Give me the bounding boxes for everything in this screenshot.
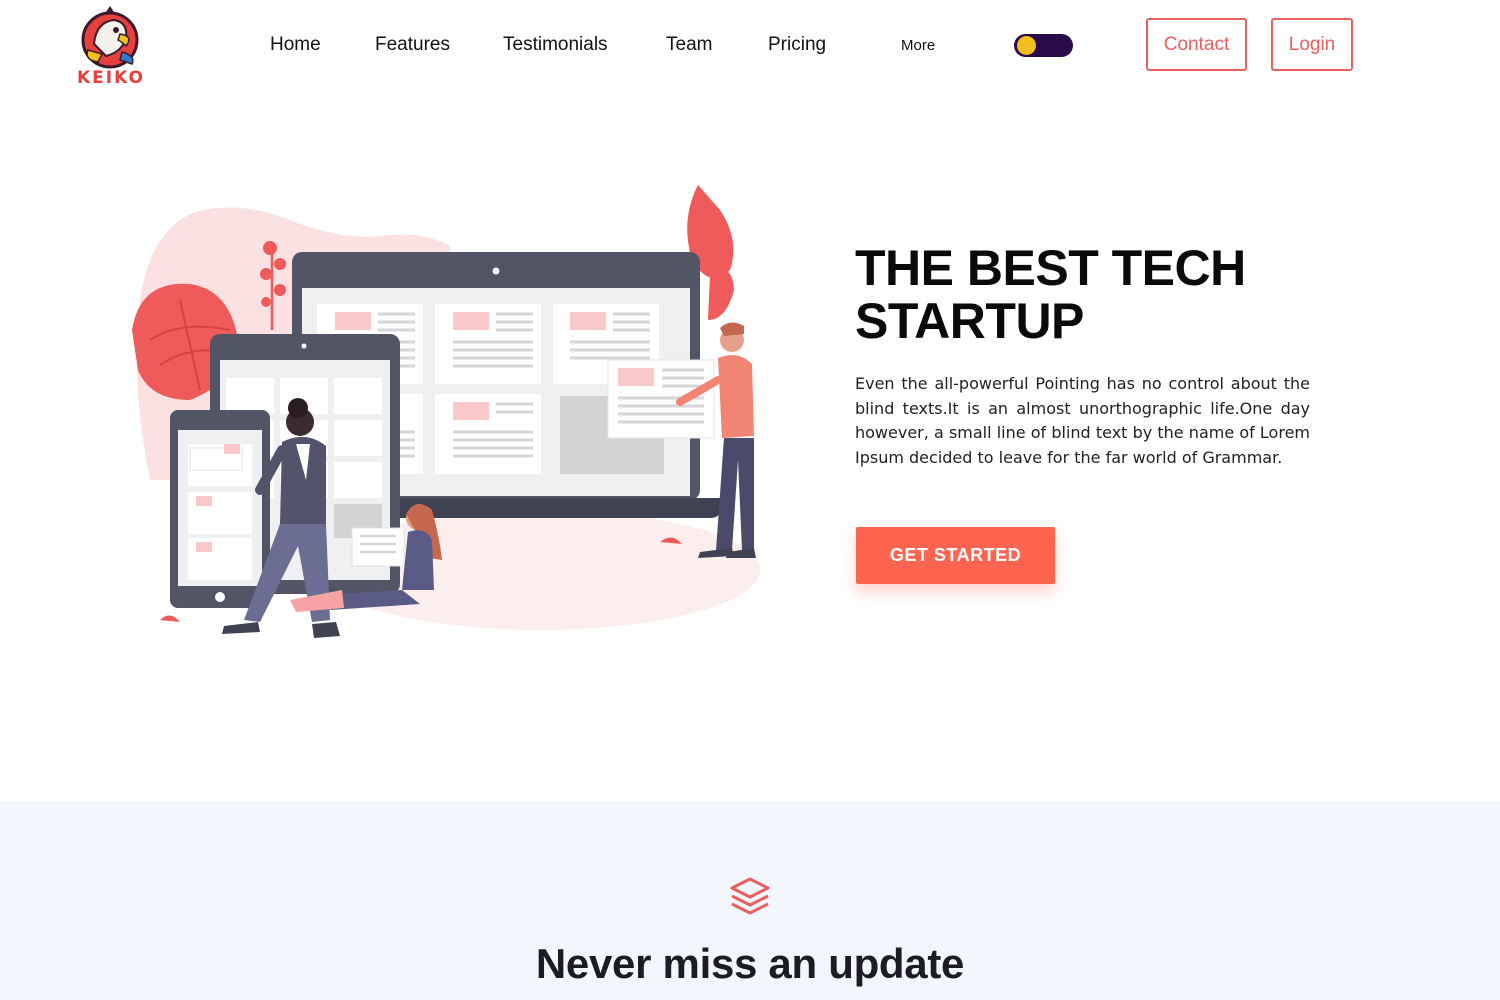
hero-title: THE BEST TECH STARTUP xyxy=(855,242,1355,348)
nav-testimonials[interactable]: Testimonials xyxy=(503,34,608,56)
layers-icon xyxy=(730,877,770,915)
nav-team[interactable]: Team xyxy=(666,34,712,56)
hero-description: Even the all-powerful Pointing has no co… xyxy=(855,374,1310,467)
nav-home[interactable]: Home xyxy=(270,34,321,56)
nav-more-dropdown[interactable]: More xyxy=(901,37,935,54)
hero-illustration xyxy=(132,185,760,638)
contact-button[interactable]: Contact xyxy=(1146,18,1247,71)
toggle-knob xyxy=(1017,36,1036,55)
get-started-button[interactable]: GET STARTED xyxy=(856,527,1055,584)
navbar: KEIKO Home Features Testimonials Team Pr… xyxy=(0,0,1500,92)
parrot-mascot-icon xyxy=(81,6,139,69)
hero-title-line2: STARTUP xyxy=(855,293,1084,349)
nav-pricing[interactable]: Pricing xyxy=(768,34,826,56)
nav-features[interactable]: Features xyxy=(375,34,450,56)
hero-title-line1: THE BEST TECH xyxy=(855,240,1246,296)
logo-text: KEIKO xyxy=(77,68,145,88)
update-section-title: Never miss an update xyxy=(535,940,965,987)
login-button[interactable]: Login xyxy=(1271,18,1353,71)
logo[interactable]: KEIKO xyxy=(72,4,148,88)
theme-toggle[interactable] xyxy=(1014,34,1073,57)
